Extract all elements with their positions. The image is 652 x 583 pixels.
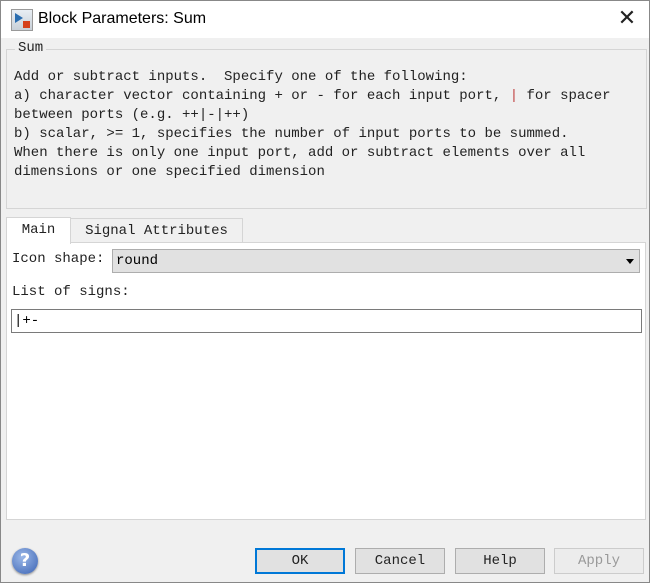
chevron-down-icon: [626, 259, 634, 264]
icon-shape-value: round: [116, 253, 159, 269]
cancel-button[interactable]: Cancel: [355, 548, 445, 574]
description-group: Sum Add or subtract inputs. Specify one …: [6, 40, 647, 209]
icon-shape-label: Icon shape:: [12, 251, 105, 267]
close-icon[interactable]: ✕: [613, 6, 641, 32]
description-text: Add or subtract inputs. Specify one of t…: [14, 69, 611, 180]
title-bar: Block Parameters: Sum ✕: [1, 1, 649, 38]
group-label: Sum: [15, 40, 47, 56]
list-of-signs-input[interactable]: |+-: [11, 309, 642, 333]
list-of-signs-label: List of signs:: [12, 284, 130, 300]
help-button[interactable]: Help: [455, 548, 545, 574]
simulink-block-icon: [11, 9, 33, 31]
help-icon[interactable]: ?: [12, 548, 38, 574]
window-title: Block Parameters: Sum: [38, 10, 207, 27]
dialog-window: Block Parameters: Sum ✕ Sum Add or subtr…: [0, 0, 650, 583]
tab-main[interactable]: Main: [6, 217, 71, 244]
apply-button[interactable]: Apply: [554, 548, 644, 574]
ok-button[interactable]: OK: [255, 548, 345, 574]
icon-shape-dropdown[interactable]: round: [112, 249, 640, 273]
tab-signal-attributes[interactable]: Signal Attributes: [70, 218, 243, 243]
